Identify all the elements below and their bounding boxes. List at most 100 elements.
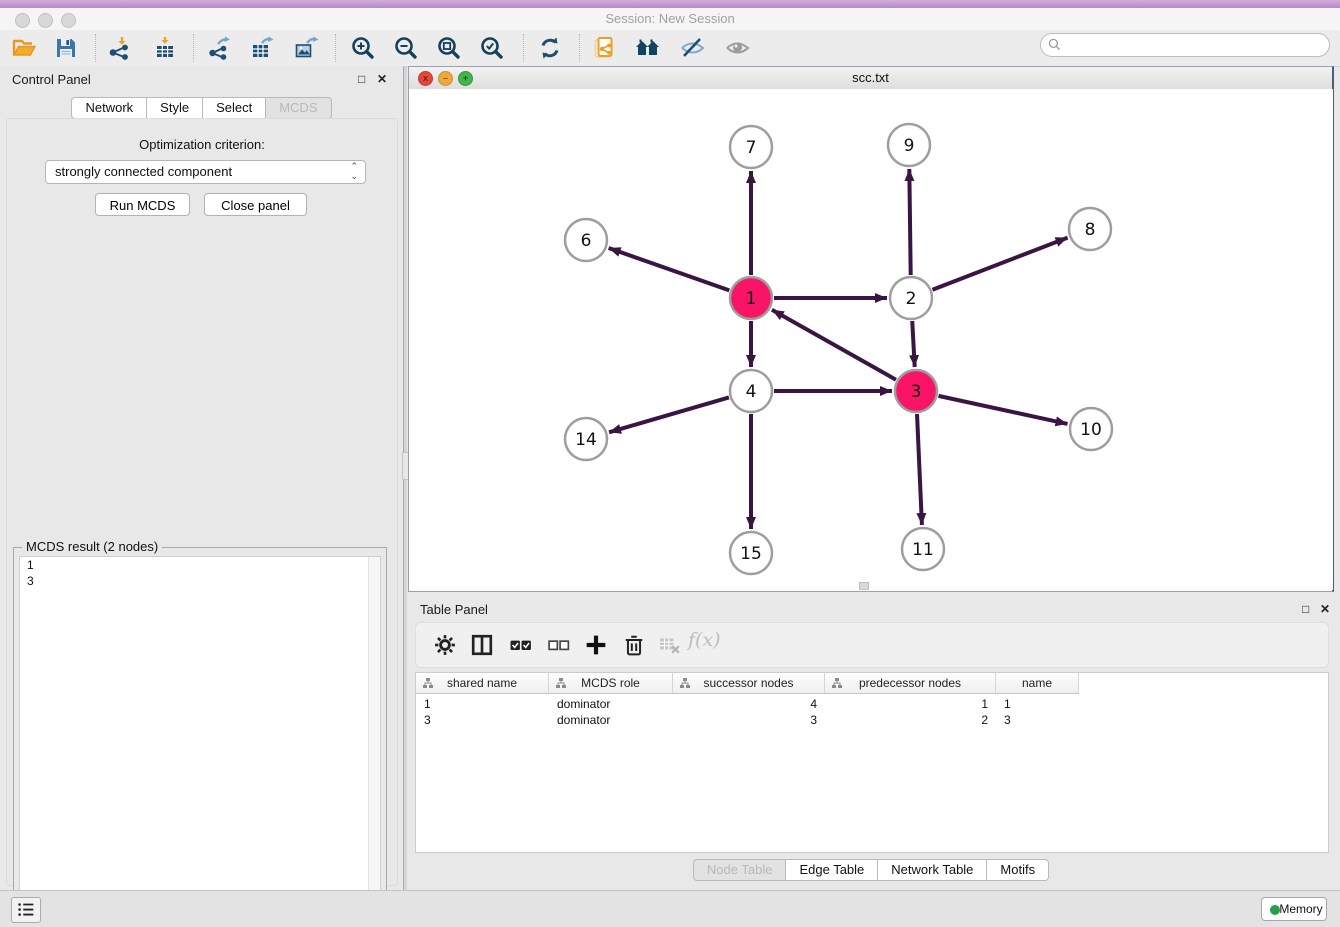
graph-node-label: 8	[1085, 220, 1096, 240]
memory-label: Memory	[1279, 902, 1322, 916]
window-title: Session: New Session	[0, 11, 1340, 26]
control-panel: Control Panel □ ✕ NetworkStyleSelectMCDS…	[0, 66, 403, 890]
column-label: shared name	[447, 676, 517, 690]
graph-edge-3-11[interactable]	[917, 414, 922, 525]
mcds-result-box: MCDS result (2 nodes) 13	[13, 547, 387, 926]
mcds-result-list[interactable]: 13	[19, 556, 381, 920]
column-header-name[interactable]: name	[996, 673, 1079, 694]
graph-edge-2-8[interactable]	[932, 238, 1067, 290]
zoom-selected-icon[interactable]	[479, 35, 505, 61]
table-tab-node-table[interactable]: Node Table	[693, 859, 787, 881]
import-table-icon[interactable]	[152, 35, 178, 61]
refresh-icon[interactable]	[537, 35, 563, 61]
columns-icon[interactable]	[471, 634, 493, 656]
export-table-icon[interactable]	[249, 35, 275, 61]
tab-network[interactable]: Network	[71, 97, 147, 119]
app-titlebar: Session: New Session	[0, 8, 1340, 31]
graph-edge-1-6[interactable]	[609, 248, 730, 290]
export-network-icon[interactable]	[206, 35, 232, 61]
table-tab-edge-table[interactable]: Edge Table	[786, 859, 878, 881]
network-canvas[interactable]: 1234678910111415	[409, 89, 1333, 590]
close-table-panel-icon[interactable]: ✕	[1320, 602, 1330, 616]
column-label: predecessor nodes	[859, 676, 961, 690]
open-file-icon[interactable]	[11, 35, 37, 61]
column-label: name	[1022, 676, 1052, 690]
zoom-in-icon[interactable]	[350, 35, 376, 61]
function-builder-icon: f(x)	[688, 629, 721, 651]
graph-node-label: 2	[906, 289, 917, 309]
table-tab-network-table[interactable]: Network Table	[878, 859, 987, 881]
memory-button[interactable]: Memory	[1261, 897, 1327, 921]
search-icon	[1047, 37, 1063, 53]
float-table-panel-icon[interactable]: □	[1302, 602, 1309, 616]
close-panel-button[interactable]: Close panel	[204, 193, 307, 216]
desktop-strip	[0, 0, 1340, 8]
graph-node-label: 4	[746, 382, 757, 402]
zoom-out-icon[interactable]	[393, 35, 419, 61]
graph-edge-4-14[interactable]	[609, 397, 729, 432]
network-view-window: x – + scc.txt 1234678910111415	[408, 66, 1334, 592]
mcds-result-title: MCDS result (2 nodes)	[22, 539, 162, 554]
table-header-row: shared name MCDS role successor nodes prede…	[416, 673, 1079, 694]
graph-edge-3-10[interactable]	[938, 396, 1067, 424]
table-tab-motifs[interactable]: Motifs	[987, 859, 1049, 881]
select-all-checkboxes-icon[interactable]	[510, 634, 532, 656]
close-panel-icon[interactable]: ✕	[377, 72, 387, 86]
mcds-tab-content: Optimization criterion: strongly connect…	[6, 118, 398, 886]
graph-edge-3-1[interactable]	[772, 310, 896, 380]
control-panel-title: Control Panel	[12, 72, 91, 87]
search-box[interactable]	[1040, 33, 1330, 57]
import-network-icon[interactable]	[106, 35, 132, 61]
column-header-successor-nodes[interactable]: successor nodes	[673, 673, 825, 694]
criterion-select[interactable]: strongly connected component ⌃⌄	[45, 160, 366, 184]
add-column-icon[interactable]	[585, 634, 607, 656]
table-row-1[interactable]: 1dominator411	[416, 696, 1079, 712]
unselect-all-checkboxes-icon[interactable]	[548, 634, 570, 656]
column-label: successor nodes	[703, 676, 793, 690]
network-window-titlebar[interactable]: x – + scc.txt	[409, 67, 1332, 90]
column-header-MCDS-role[interactable]: MCDS role	[549, 673, 673, 694]
graph-edge-2-3[interactable]	[912, 321, 914, 367]
export-image-icon[interactable]	[293, 35, 319, 61]
save-session-icon[interactable]	[53, 35, 79, 61]
toolbar-separator	[95, 34, 96, 62]
float-panel-icon[interactable]: □	[358, 72, 365, 86]
tab-style[interactable]: Style	[147, 97, 203, 119]
settings-gear-icon[interactable]	[434, 634, 456, 656]
column-label: MCDS role	[581, 676, 640, 690]
search-input[interactable]	[1067, 35, 1321, 55]
result-scrollbar[interactable]	[368, 557, 380, 919]
list-icon	[13, 899, 39, 921]
column-header-predecessor-nodes[interactable]: predecessor nodes	[825, 673, 996, 694]
run-mcds-button[interactable]: Run MCDS	[95, 193, 190, 216]
hide-panels-icon[interactable]	[679, 35, 705, 61]
toolbar-separator	[335, 34, 336, 62]
cell: 3	[673, 712, 825, 728]
tab-select[interactable]: Select	[203, 97, 266, 119]
cell: 3	[996, 712, 1079, 728]
layout-home-icon[interactable]	[635, 35, 661, 61]
table-panel-header: Table Panel □ ✕	[408, 596, 1334, 622]
graph-edge-2-9[interactable]	[909, 169, 910, 275]
control-panel-tabs: NetworkStyleSelectMCDS	[0, 97, 403, 119]
graph-node-label: 3	[911, 382, 922, 402]
toolbar-separator	[193, 34, 194, 62]
cell: 3	[416, 712, 549, 728]
table-tabs: Node TableEdge TableNetwork TableMotifs	[408, 859, 1334, 881]
task-history-button[interactable]	[11, 897, 41, 923]
toolbar-separator	[523, 34, 524, 62]
new-network-icon[interactable]	[592, 35, 618, 61]
delete-column-icon[interactable]	[623, 634, 645, 656]
tab-mcds[interactable]: MCDS	[266, 97, 331, 119]
cell: 1	[996, 696, 1079, 712]
zoom-fit-icon[interactable]	[436, 35, 462, 61]
control-panel-header: Control Panel □ ✕	[0, 66, 403, 92]
canvas-resize-grip[interactable]	[859, 582, 869, 590]
table-panel: Table Panel □ ✕ f(x) shared name MCDS rol…	[408, 596, 1334, 890]
select-spinner-icon: ⌃⌄	[350, 161, 358, 181]
column-header-shared-name[interactable]: shared name	[416, 673, 549, 694]
table-row-2[interactable]: 3dominator323	[416, 712, 1079, 728]
cell: dominator	[549, 712, 673, 728]
show-eye-icon[interactable]	[724, 35, 750, 61]
delete-table-icon[interactable]	[659, 634, 681, 656]
